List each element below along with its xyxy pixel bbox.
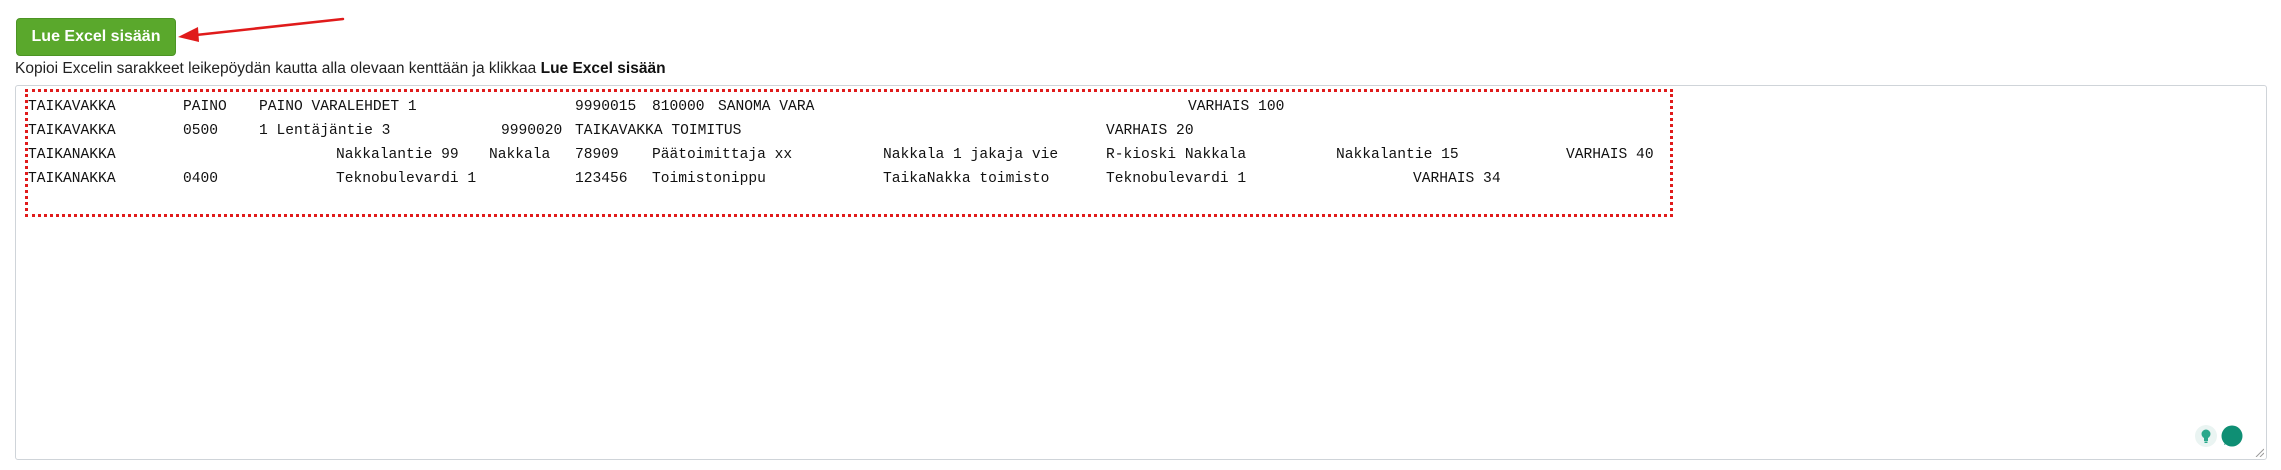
cell: 9990015 bbox=[575, 99, 637, 115]
read-excel-button[interactable]: Lue Excel sisään bbox=[16, 18, 176, 56]
instructions-body: Kopioi Excelin sarakkeet leikepöydän kau… bbox=[15, 60, 541, 77]
cell: TAIKAVAKKA TOIMITUS bbox=[575, 123, 742, 139]
cell: Nakkalantie 15 bbox=[1336, 147, 1459, 163]
cell: Teknobulevardi 1 bbox=[336, 171, 477, 187]
red-arrow-icon bbox=[178, 17, 345, 42]
cell: R-kioski Nakkala bbox=[1106, 147, 1247, 163]
cell: TAIKAVAKKA bbox=[28, 123, 116, 139]
cell: TAIKANAKKA bbox=[28, 171, 116, 187]
lightbulb-icon[interactable] bbox=[2195, 425, 2217, 447]
cell: 810000 bbox=[652, 99, 705, 115]
cell: VARHAIS 20 bbox=[1106, 123, 1194, 139]
cell: 78909 bbox=[575, 147, 619, 163]
resize-handle-icon[interactable] bbox=[2254, 447, 2264, 457]
cell: 1 Lentäjäntie 3 bbox=[259, 123, 391, 139]
cell: 0500 bbox=[183, 123, 219, 139]
cell: Nakkalantie 99 bbox=[336, 147, 459, 163]
table-row: TAIKANAKKA 0400 Teknobulevardi 1 123456 … bbox=[28, 167, 1688, 191]
cell: 0400 bbox=[183, 171, 219, 187]
cell: PAINO VARALEHDET 1 bbox=[259, 99, 417, 115]
instructions-text: Kopioi Excelin sarakkeet leikepöydän kau… bbox=[15, 60, 666, 78]
cell: Nakkala bbox=[489, 147, 551, 163]
cell: Teknobulevardi 1 bbox=[1106, 171, 1247, 187]
pasted-rows: TAIKAVAKKA PAINO PAINO VARALEHDET 1 9990… bbox=[28, 95, 1688, 191]
cell: SANOMA VARA bbox=[718, 99, 815, 115]
instructions-button-ref: Lue Excel sisään bbox=[540, 60, 666, 77]
cell: TAIKAVAKKA bbox=[28, 99, 116, 115]
cell: VARHAIS 40 bbox=[1566, 147, 1654, 163]
cell: TaikaNakka toimisto bbox=[883, 171, 1050, 187]
cell: Päätoimittaja xx bbox=[652, 147, 793, 163]
table-row: TAIKAVAKKA PAINO PAINO VARALEHDET 1 9990… bbox=[28, 95, 1688, 119]
cell: Toimistonippu bbox=[652, 171, 766, 187]
cell: PAINO bbox=[183, 99, 227, 115]
cell: 9990020 bbox=[501, 123, 563, 139]
cell: Nakkala 1 jakaja vie bbox=[883, 147, 1059, 163]
cell: 123456 bbox=[575, 171, 628, 187]
cell: VARHAIS 100 bbox=[1188, 99, 1285, 115]
assistant-widget[interactable] bbox=[2195, 423, 2244, 449]
chat-bubble-icon[interactable] bbox=[2220, 424, 2244, 448]
table-row: TAIKAVAKKA 0500 1 Lentäjäntie 3 9990020 … bbox=[28, 119, 1688, 143]
excel-paste-textarea[interactable]: TAIKAVAKKA PAINO PAINO VARALEHDET 1 9990… bbox=[15, 85, 2267, 460]
page: Lue Excel sisään Kopioi Excelin sarakkee… bbox=[0, 0, 2281, 470]
cell: TAIKANAKKA bbox=[28, 147, 116, 163]
cell: VARHAIS 34 bbox=[1413, 171, 1501, 187]
table-row: TAIKANAKKA Nakkalantie 99 Nakkala 78909 … bbox=[28, 143, 1688, 167]
